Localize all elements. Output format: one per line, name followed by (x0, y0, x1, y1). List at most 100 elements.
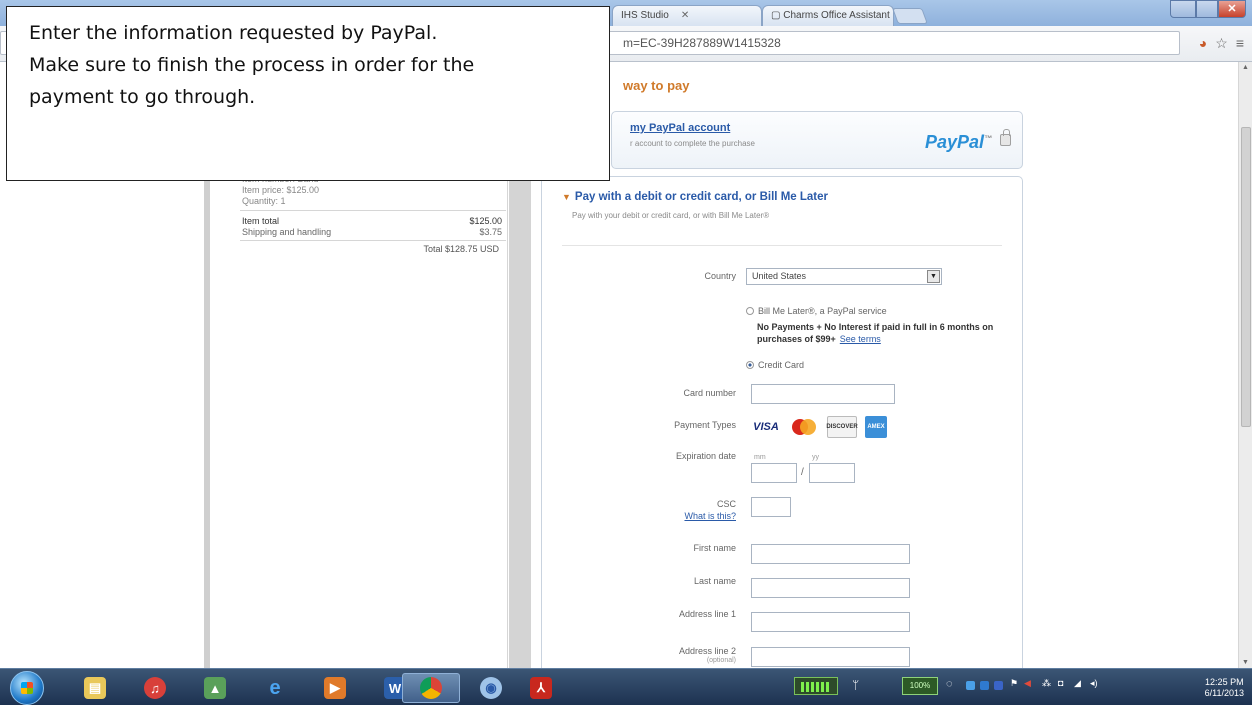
mastercard-icon (789, 416, 819, 438)
shipping-row: Shipping and handling $3.75 (242, 227, 502, 237)
address-line2-input[interactable] (751, 647, 910, 667)
tab-close-icon[interactable]: ✕ (681, 10, 689, 21)
callout-line-1: Enter the information requested by PayPa… (29, 22, 438, 44)
tab-label: IHS Studio (621, 10, 669, 21)
flag-icon[interactable]: ⚑ (1010, 678, 1018, 689)
card-number-input[interactable] (751, 384, 895, 404)
country-select[interactable]: United States ▼ (746, 268, 942, 285)
credit-card-option[interactable]: Credit Card (746, 360, 804, 370)
browser-tab-ihs-studio[interactable]: IHS Studio ✕ (612, 5, 762, 26)
callout-line-3: payment to go through. (29, 86, 256, 108)
instruction-callout: Enter the information requested by PayPa… (6, 6, 610, 181)
address-line1-label: Address line 1 (678, 609, 736, 619)
signal-strength-icon[interactable] (794, 677, 838, 695)
close-window-button[interactable]: ✕ (1218, 0, 1246, 18)
exp-year-input[interactable] (809, 463, 855, 483)
shipping-label: Shipping and handling (242, 227, 332, 237)
wifi-icon[interactable]: ◢ (1074, 678, 1081, 689)
scrollbar-thumb[interactable] (1241, 127, 1251, 427)
payment-types-label: Payment Types (674, 420, 736, 430)
extension-icon[interactable]: ◕ (1199, 35, 1207, 52)
bill-me-later-promo: No Payments + No Interest if paid in ful… (757, 321, 1019, 345)
order-total: Total $128.75 USD (423, 244, 499, 254)
divider (240, 210, 506, 211)
ie-icon: e (269, 676, 281, 699)
tray-icon-4[interactable]: ⁂ (1042, 678, 1051, 689)
tray-icon-5[interactable]: ◘ (1058, 678, 1063, 688)
divider (562, 245, 1002, 246)
last-name-label: Last name (693, 576, 736, 586)
volume-icon[interactable]: ◂) (1090, 678, 1098, 689)
start-button[interactable] (10, 671, 44, 705)
minimize-button[interactable] (1170, 0, 1196, 18)
card-section-title[interactable]: ▼ Pay with a debit or credit card, or Bil… (562, 191, 828, 203)
system-tray: ᛘ 100% ◌ ⚑ ◀ ⁂ ◘ ◢ ◂) 12:25 PM 6/11/2013 (790, 673, 1250, 703)
clock-date: 6/11/2013 (1204, 688, 1244, 698)
csc-input[interactable] (751, 497, 791, 517)
paypal-login-subtext: r account to complete the purchase (630, 139, 755, 148)
logo-trademark: ™ (984, 134, 992, 143)
battery-indicator[interactable]: 100% (902, 677, 938, 695)
taskbar-ie[interactable]: e (246, 673, 304, 703)
alert-icon[interactable]: ◀ (1024, 678, 1031, 689)
first-name-input[interactable] (751, 544, 910, 564)
item-total-label: Item total (242, 216, 280, 226)
network-icon[interactable]: ᛘ (852, 678, 859, 692)
toolbar-icons: ◕ ☆ ≡ (1199, 35, 1244, 52)
divider (240, 240, 506, 241)
tray-icon-1[interactable] (966, 681, 975, 690)
exp-month-input[interactable] (751, 463, 797, 483)
last-name-input[interactable] (751, 578, 910, 598)
bill-me-later-option[interactable]: Bill Me Later®, a PayPal service (746, 306, 887, 316)
lock-icon (1000, 129, 1011, 146)
tray-app-icon[interactable]: ◌ (946, 678, 953, 690)
exp-separator: / (801, 467, 804, 478)
maximize-button[interactable] (1196, 0, 1218, 18)
page-scrollbar[interactable]: ▲ ▼ (1238, 62, 1252, 668)
item-total-row: Item total $125.00 (242, 216, 502, 226)
clock-time: 12:25 PM (1205, 677, 1244, 687)
taskbar-acrobat[interactable]: ⅄ (512, 673, 570, 703)
taskbar-chrome[interactable] (402, 673, 460, 703)
see-terms-link[interactable]: See terms (840, 334, 881, 344)
expand-triangle-icon: ▼ (562, 192, 571, 202)
bill-me-later-label: Bill Me Later®, a PayPal service (758, 306, 887, 316)
bookmark-star-icon[interactable]: ☆ (1215, 35, 1228, 52)
taskbar-photos[interactable]: ▲ (186, 673, 244, 703)
chrome-icon (420, 677, 442, 699)
credit-card-radio[interactable] (746, 361, 754, 369)
card-section-subtitle: Pay with your debit or credit card, or w… (572, 211, 770, 220)
discover-icon: DISCOVER (826, 416, 858, 438)
taskbar-clock[interactable]: 12:25 PM 6/11/2013 (1205, 677, 1244, 699)
menu-icon[interactable]: ≡ (1236, 35, 1244, 52)
taskbar-itunes[interactable]: ♫ (126, 673, 184, 703)
address-line2-label: Address line 2 (678, 646, 736, 656)
scroll-up-icon[interactable]: ▲ (1242, 64, 1249, 71)
windows-taskbar: ▤ ♫ ▲ e ▶ W ◉ ⅄ ᛘ 100% ◌ ⚑ ◀ ⁂ ◘ ◢ ◂) 12… (0, 668, 1252, 705)
tray-icon-3[interactable] (994, 681, 1003, 690)
expiration-label: Expiration date (675, 451, 736, 461)
what-is-this-link[interactable]: What is this? (596, 511, 736, 521)
item-price: Item price: $125.00 (242, 185, 320, 195)
csc-label: CSC (716, 499, 736, 509)
dropdown-arrow-icon: ▼ (927, 270, 940, 283)
bill-me-later-radio[interactable] (746, 307, 754, 315)
country-label: Country (704, 271, 736, 281)
taskbar-explorer[interactable]: ▤ (66, 673, 124, 703)
screen: IHS Studio ✕ ▢ Charms Office Assistant✕ ✕… (0, 0, 1252, 705)
address-line1-input[interactable] (751, 612, 910, 632)
paypal-login-link[interactable]: my PayPal account (630, 122, 730, 134)
window-controls: ✕ (1170, 0, 1246, 18)
new-tab-button[interactable] (892, 8, 928, 24)
scroll-down-icon[interactable]: ▼ (1242, 659, 1249, 666)
item-total-value: $125.00 (469, 216, 502, 226)
browser-tab-charms[interactable]: ▢ Charms Office Assistant✕ (762, 5, 894, 26)
tray-icon-2[interactable] (980, 681, 989, 690)
photo-icon: ▲ (204, 677, 226, 699)
taskbar-media[interactable]: ▶ (306, 673, 364, 703)
acrobat-icon: ⅄ (530, 677, 552, 699)
card-section-title-text: Pay with a debit or credit card, or Bill… (574, 191, 828, 203)
paypal-login-box[interactable]: my PayPal account r account to complete … (611, 111, 1023, 169)
app-icon: ◉ (480, 677, 502, 699)
amex-icon: AMEX (865, 416, 887, 438)
